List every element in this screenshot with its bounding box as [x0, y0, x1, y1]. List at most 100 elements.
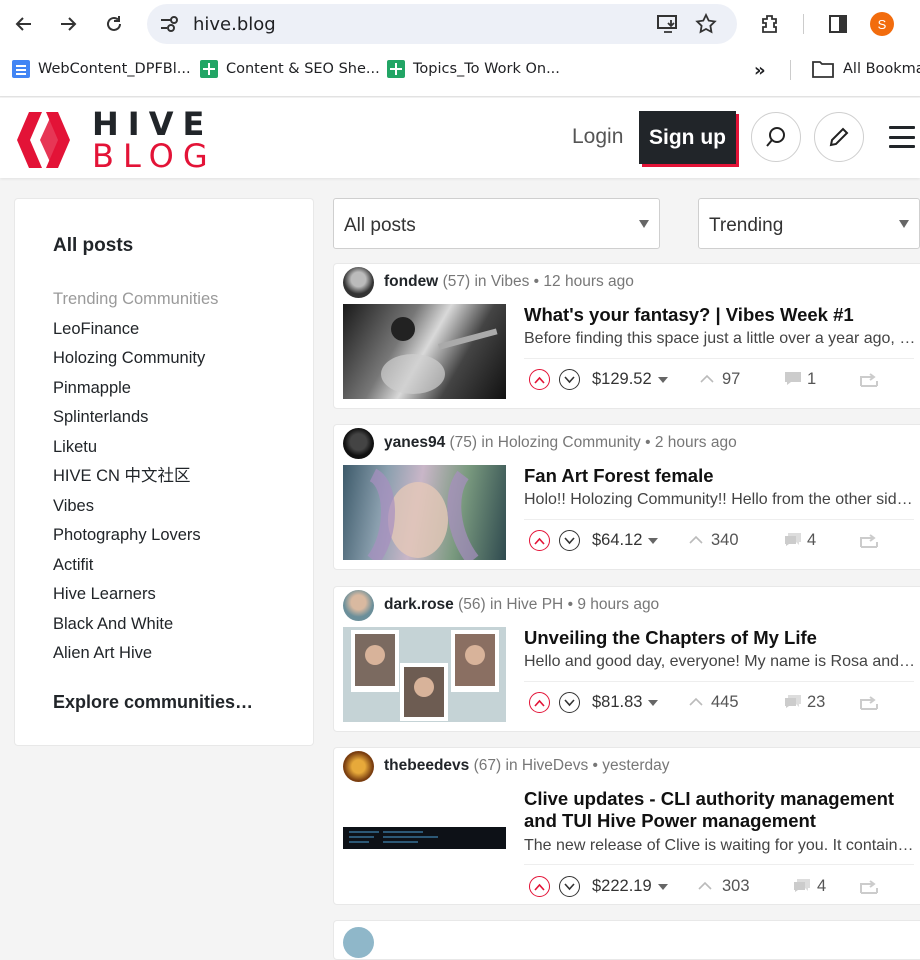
- install-app-icon[interactable]: [657, 14, 679, 34]
- side-panel-icon[interactable]: [826, 12, 850, 36]
- search-button[interactable]: [751, 112, 801, 162]
- community-link[interactable]: Holozing Community: [53, 346, 218, 376]
- comment-count[interactable]: 4: [817, 877, 826, 896]
- bookmark-star-icon[interactable]: [695, 13, 717, 35]
- upvote-button[interactable]: [529, 876, 550, 897]
- community-link[interactable]: Actifit: [53, 553, 218, 583]
- back-arrow-icon[interactable]: [12, 12, 36, 36]
- sidebar-title[interactable]: All posts: [53, 235, 133, 257]
- community-link[interactable]: HIVE CN 中文社区: [53, 464, 218, 494]
- extensions-icon[interactable]: [758, 12, 782, 36]
- reblog-icon[interactable]: [859, 533, 879, 549]
- author-link[interactable]: yanes94: [384, 434, 445, 451]
- community-link[interactable]: Photography Lovers: [53, 523, 218, 553]
- upvote-button[interactable]: [529, 692, 550, 713]
- comments-icon[interactable]: [784, 532, 802, 547]
- community-list: Trending Communities LeoFinance Holozing…: [53, 287, 218, 671]
- vote-count[interactable]: 97: [722, 370, 740, 389]
- post-title[interactable]: What's your fantasy? | Vibes Week #1: [524, 304, 919, 326]
- author-link[interactable]: fondew: [384, 273, 438, 290]
- author-avatar[interactable]: [343, 590, 374, 621]
- post-thumbnail[interactable]: [343, 465, 506, 565]
- upvote-button[interactable]: [529, 369, 550, 390]
- reblog-icon[interactable]: [859, 879, 879, 895]
- bookmark-item[interactable]: Topics_To Work On...: [387, 60, 560, 78]
- post-time[interactable]: 12 hours ago: [543, 273, 634, 290]
- post-excerpt[interactable]: The new release of Clive is waiting for …: [524, 837, 919, 855]
- community-link[interactable]: Holozing Community: [498, 434, 641, 451]
- payout-value[interactable]: $222.19: [592, 877, 668, 896]
- comment-count[interactable]: 1: [807, 370, 816, 389]
- community-link[interactable]: Black And White: [53, 612, 218, 642]
- vote-count[interactable]: 445: [711, 693, 739, 712]
- reblog-icon[interactable]: [859, 372, 879, 388]
- author-link[interactable]: thebeedevs: [384, 757, 469, 774]
- community-link[interactable]: Hive PH: [506, 596, 563, 613]
- bookmark-item[interactable]: WebContent_DPFBl...: [12, 60, 191, 78]
- downvote-button[interactable]: [559, 876, 580, 897]
- community-link[interactable]: Vibes: [491, 273, 530, 290]
- post-time[interactable]: yesterday: [602, 757, 669, 774]
- comment-count[interactable]: 23: [807, 693, 825, 712]
- comments-icon[interactable]: [784, 371, 802, 386]
- explore-communities-link[interactable]: Explore communities…: [53, 692, 253, 713]
- site-settings-icon[interactable]: [159, 15, 179, 33]
- author-avatar[interactable]: [343, 267, 374, 298]
- bookmark-item[interactable]: Content & SEO She...: [200, 60, 380, 78]
- downvote-button[interactable]: [559, 692, 580, 713]
- comments-icon[interactable]: [784, 694, 802, 709]
- post-title[interactable]: Clive updates - CLI authority management…: [524, 788, 919, 832]
- communities-sidebar: All posts Trending Communities LeoFinanc…: [14, 198, 314, 746]
- post-time[interactable]: 9 hours ago: [577, 596, 659, 613]
- author-link[interactable]: dark.rose: [384, 596, 454, 613]
- post-thumbnail[interactable]: [343, 627, 506, 722]
- community-link[interactable]: Hive Learners: [53, 582, 218, 612]
- payout-value[interactable]: $81.83: [592, 693, 659, 712]
- payout-value[interactable]: $64.12: [592, 531, 659, 550]
- site-logo[interactable]: HIVE BLOG: [92, 108, 217, 172]
- vote-count[interactable]: 340: [711, 531, 739, 550]
- chevron-down-icon: [564, 536, 575, 544]
- community-link[interactable]: LeoFinance: [53, 317, 218, 347]
- chevron-down-icon: [564, 698, 575, 706]
- author-avatar[interactable]: [343, 428, 374, 459]
- vote-count[interactable]: 303: [722, 877, 750, 896]
- author-avatar[interactable]: [343, 751, 374, 782]
- compose-button[interactable]: [814, 112, 864, 162]
- author-avatar[interactable]: [343, 927, 374, 958]
- feed-select[interactable]: All posts: [333, 198, 660, 249]
- post-excerpt[interactable]: Holo!! Holozing Community!! Hello from t…: [524, 491, 919, 509]
- comment-count[interactable]: 4: [807, 531, 816, 550]
- reload-icon[interactable]: [102, 12, 126, 36]
- sort-select[interactable]: Trending: [698, 198, 920, 249]
- post-excerpt[interactable]: Hello and good day, everyone! My name is…: [524, 653, 919, 671]
- downvote-button[interactable]: [559, 530, 580, 551]
- login-link[interactable]: Login: [572, 125, 623, 149]
- post-title[interactable]: Fan Art Forest female: [524, 465, 919, 487]
- payout-value[interactable]: $129.52: [592, 370, 668, 389]
- community-link[interactable]: Splinterlands: [53, 405, 218, 435]
- signup-button[interactable]: Sign up: [639, 111, 736, 164]
- post-excerpt[interactable]: Before finding this space just a little …: [524, 330, 919, 348]
- forward-arrow-icon[interactable]: [56, 12, 80, 36]
- reblog-icon[interactable]: [859, 695, 879, 711]
- all-bookmarks-folder[interactable]: All Bookmarks: [812, 60, 920, 78]
- community-link[interactable]: HiveDevs: [522, 757, 588, 774]
- post-thumbnail[interactable]: [343, 827, 506, 849]
- hive-logo-icon[interactable]: [14, 112, 78, 168]
- post-title[interactable]: Unveiling the Chapters of My Life: [524, 627, 919, 649]
- community-link[interactable]: Alien Art Hive: [53, 641, 218, 671]
- comments-icon[interactable]: [793, 878, 811, 893]
- menu-icon[interactable]: [889, 126, 915, 148]
- profile-avatar[interactable]: S: [870, 12, 894, 36]
- community-link[interactable]: Vibes: [53, 494, 218, 524]
- post-time[interactable]: 2 hours ago: [655, 434, 737, 451]
- downvote-button[interactable]: [559, 369, 580, 390]
- post-meta: dark.rose (56) in Hive PH • 9 hours ago: [384, 596, 660, 613]
- community-link[interactable]: Liketu: [53, 435, 218, 465]
- upvote-button[interactable]: [529, 530, 550, 551]
- post-thumbnail[interactable]: [343, 304, 506, 399]
- address-bar[interactable]: hive.blog: [147, 4, 737, 44]
- community-link[interactable]: Pinmapple: [53, 376, 218, 406]
- more-bookmarks-icon[interactable]: »: [754, 60, 766, 81]
